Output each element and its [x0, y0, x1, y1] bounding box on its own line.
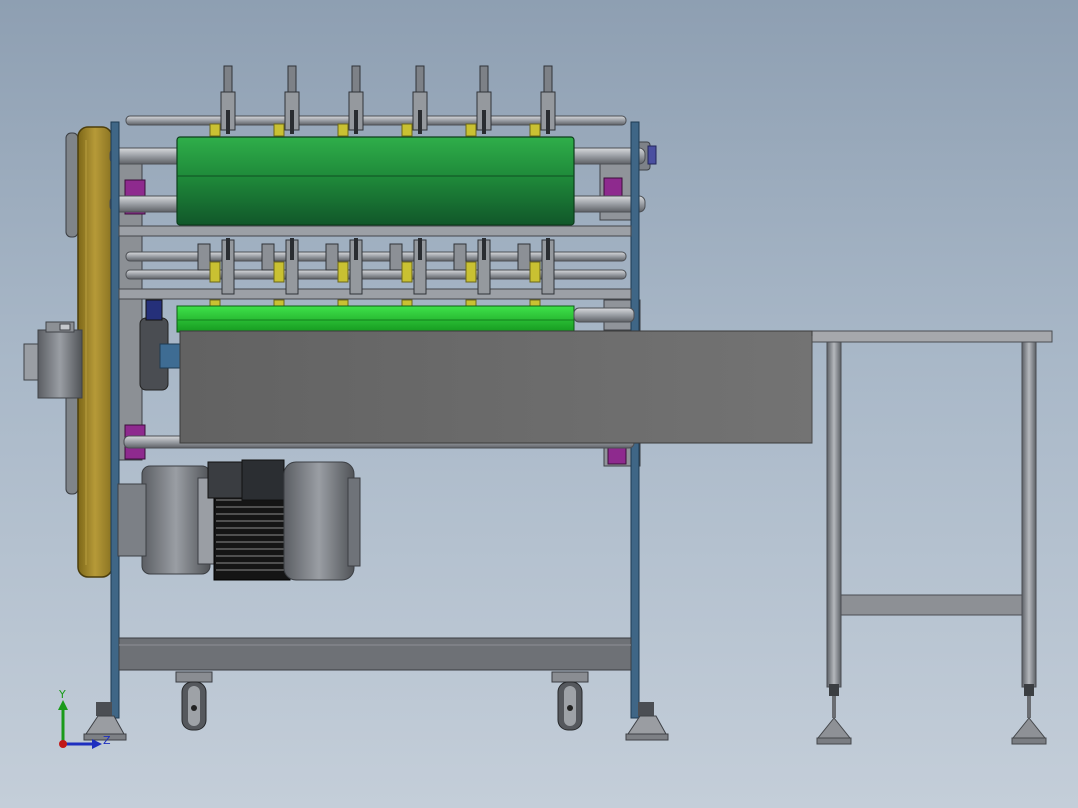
- frame-base-beam: [118, 637, 632, 671]
- table-leg-right: [1021, 341, 1037, 688]
- table-leg-left: [826, 341, 842, 688]
- outfeed-table: [811, 330, 1053, 745]
- feed-tray-sheet: [179, 330, 813, 444]
- caster-wheels: [175, 671, 589, 731]
- triad-y-label: Y: [58, 688, 66, 701]
- table-foot-right: [1011, 717, 1047, 739]
- belt-guard: [77, 126, 113, 578]
- table-cross-bar: [840, 594, 1023, 616]
- pulley-upper: [65, 132, 79, 238]
- upper-green-roller: [176, 136, 575, 226]
- main-motor: [117, 459, 361, 581]
- pulley-lower: [65, 391, 79, 495]
- table-top: [811, 330, 1053, 343]
- motor-fan-cover: [283, 461, 355, 581]
- frame-rail-upper: [118, 225, 632, 237]
- lower-green-roller: [176, 305, 575, 333]
- frame-post-left: [110, 121, 120, 719]
- gear-motor-left: [23, 321, 83, 399]
- triad-z-label: Z: [103, 734, 111, 747]
- cad-viewport[interactable]: Y Z: [0, 0, 1078, 808]
- table-foot-left: [816, 717, 852, 739]
- machine-assembly-drawing: Y Z: [23, 65, 1053, 749]
